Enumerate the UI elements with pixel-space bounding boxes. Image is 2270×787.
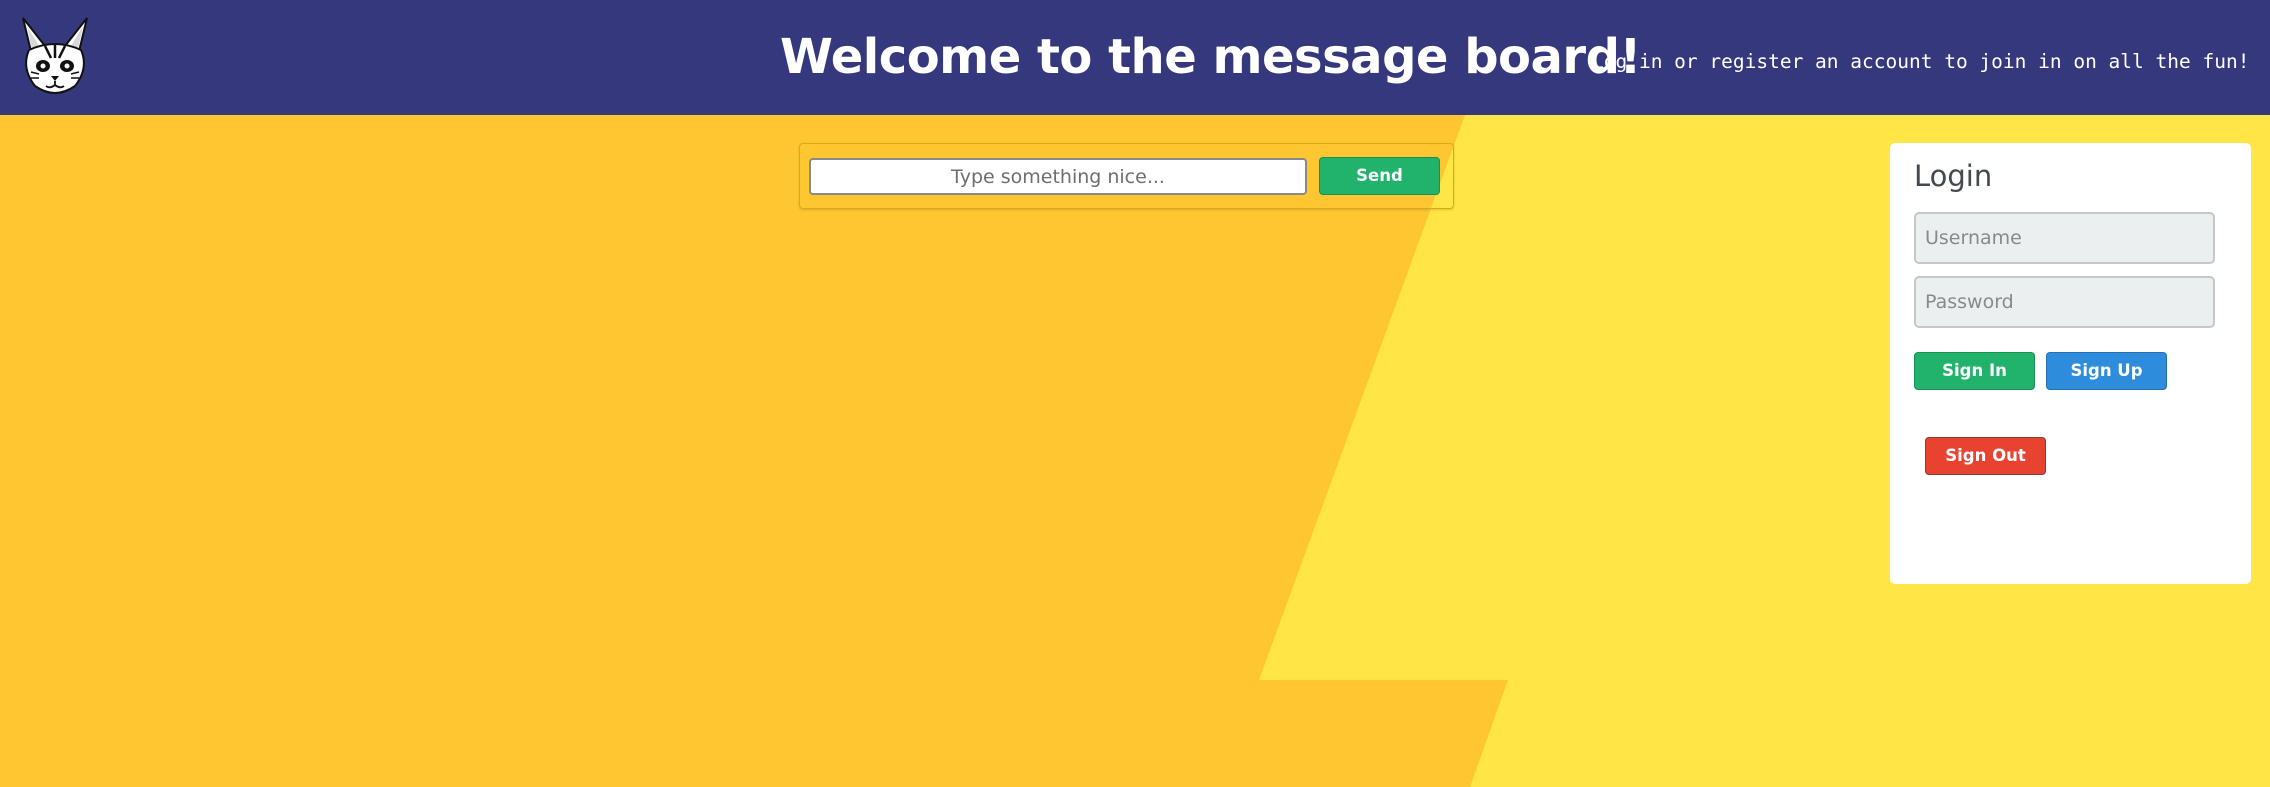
page-title: Welcome to the message board! xyxy=(780,29,1641,85)
username-input[interactable] xyxy=(1914,212,2215,264)
cat-head-logo-icon xyxy=(15,16,95,98)
message-composer: Send xyxy=(799,143,1454,209)
login-title: Login xyxy=(1914,159,1993,193)
message-input[interactable] xyxy=(809,158,1307,195)
header-tagline: Log in or register an account to join in… xyxy=(1592,50,2250,73)
sign-in-button[interactable]: Sign In xyxy=(1914,352,2035,390)
password-input[interactable] xyxy=(1914,276,2215,328)
login-panel: Login Sign In Sign Up Sign Out xyxy=(1890,143,2251,584)
sign-up-button[interactable]: Sign Up xyxy=(2046,352,2167,390)
app-header: Welcome to the message board! Log in or … xyxy=(0,0,2270,115)
sign-out-button[interactable]: Sign Out xyxy=(1925,437,2046,475)
send-button[interactable]: Send xyxy=(1319,157,1440,195)
